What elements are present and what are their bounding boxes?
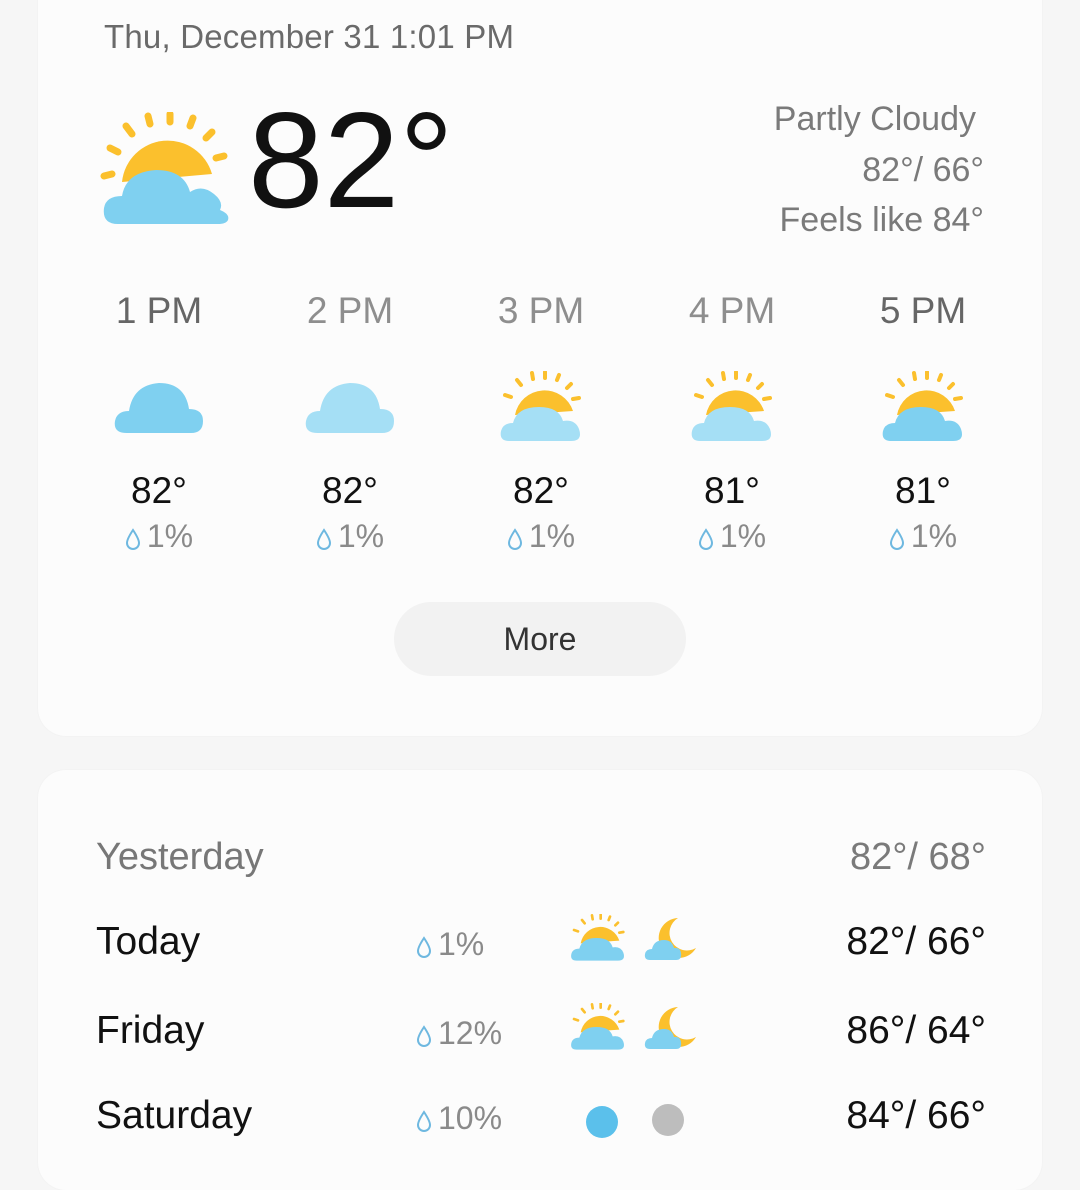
drop-icon	[889, 527, 904, 550]
feels-like-temp: Feels like 84°	[779, 201, 984, 239]
daily-row[interactable]: Friday 12% 86°/ 64°	[96, 1003, 986, 1069]
day-precip-value: 12%	[438, 1015, 503, 1051]
day-name: Saturday	[96, 1094, 253, 1137]
hourly-item: 1 PM 82° 1%	[69, 290, 249, 555]
hour-precip-value: 1%	[719, 518, 767, 554]
day-temps: 82°/ 68°	[849, 836, 986, 878]
drop-icon	[316, 527, 331, 550]
condition-text: Partly Cloudy	[773, 100, 976, 138]
hour-temp: 81°	[704, 470, 760, 511]
hour-precip: 1%	[69, 518, 249, 555]
hour-temp: 82°	[513, 470, 569, 511]
hourly-item: 2 PM 82° 1%	[260, 290, 440, 555]
drop-icon	[416, 1109, 432, 1132]
day-name: Today	[96, 920, 201, 963]
daily-row[interactable]: Today 1% 82°/ 66°	[96, 914, 986, 980]
day-precip: 10%	[416, 1100, 502, 1137]
hour-precip: 1%	[833, 518, 1013, 555]
hour-precip-value: 1%	[910, 518, 958, 554]
hour-time: 2 PM	[306, 290, 394, 331]
hour-time: 4 PM	[688, 290, 776, 331]
drop-icon	[416, 935, 432, 958]
hourly-item: 4 PM 81° 1%	[642, 290, 822, 555]
hour-precip: 1%	[642, 518, 822, 555]
day-name: Yesterday	[96, 836, 264, 878]
hour-temp: 82°	[322, 470, 378, 511]
hour-precip: 1%	[451, 518, 631, 555]
day-precip: 1%	[416, 926, 484, 963]
more-button[interactable]: More	[394, 602, 686, 676]
day-precip-value: 1%	[438, 926, 485, 962]
hourly-item: 5 PM 81° 1%	[833, 290, 1013, 555]
hour-precip: 1%	[260, 518, 440, 555]
day-icons	[570, 914, 700, 962]
hour-precip-value: 1%	[146, 518, 194, 554]
partly-cloudy-icon	[451, 362, 631, 452]
drop-icon	[125, 527, 140, 550]
day-precip-value: 10%	[438, 1100, 503, 1136]
day-name: Friday	[96, 1009, 205, 1052]
hourly-item: 3 PM 82° 1%	[451, 290, 631, 555]
drop-icon	[507, 527, 522, 550]
day-precip: 12%	[416, 1015, 502, 1052]
hour-precip-value: 1%	[528, 518, 576, 554]
drop-icon	[698, 527, 713, 550]
cloudy-icon	[69, 362, 249, 452]
partly-cloudy-icon	[571, 914, 625, 961]
partly-cloudy-icon	[833, 362, 1013, 452]
day-temps: 86°/ 64°	[846, 1009, 986, 1052]
moon-cloud-icon	[644, 918, 696, 960]
hour-time: 1 PM	[115, 290, 203, 331]
day-icons	[570, 1003, 700, 1051]
partly-cloudy-icon	[642, 362, 822, 452]
daily-row[interactable]: Saturday 10% 84°/ 66°	[96, 1094, 986, 1154]
cloudy-icon	[260, 362, 440, 452]
moon-cloud-icon	[644, 1007, 696, 1049]
day-temps: 84°/ 66°	[846, 1094, 986, 1137]
day-icons	[580, 1100, 694, 1140]
gray-cloud-icon	[652, 1104, 684, 1136]
hour-time: 3 PM	[497, 290, 585, 331]
partly-cloudy-icon	[100, 110, 232, 233]
hour-precip-value: 1%	[337, 518, 385, 554]
cloudy-icon	[586, 1106, 618, 1138]
current-temperature: 82°	[248, 84, 454, 236]
partly-cloudy-icon	[571, 1003, 625, 1050]
high-low-temp: 82°/ 66°	[862, 151, 984, 189]
day-temps: 82°/ 66°	[846, 920, 986, 963]
hour-temp: 81°	[895, 470, 951, 511]
hour-time: 5 PM	[879, 290, 967, 331]
daily-row-yesterday: Yesterday 82°/ 68°	[96, 836, 986, 896]
drop-icon	[416, 1024, 432, 1047]
date-time: Thu, December 31 1:01 PM	[104, 18, 515, 55]
hour-temp: 82°	[131, 470, 187, 511]
